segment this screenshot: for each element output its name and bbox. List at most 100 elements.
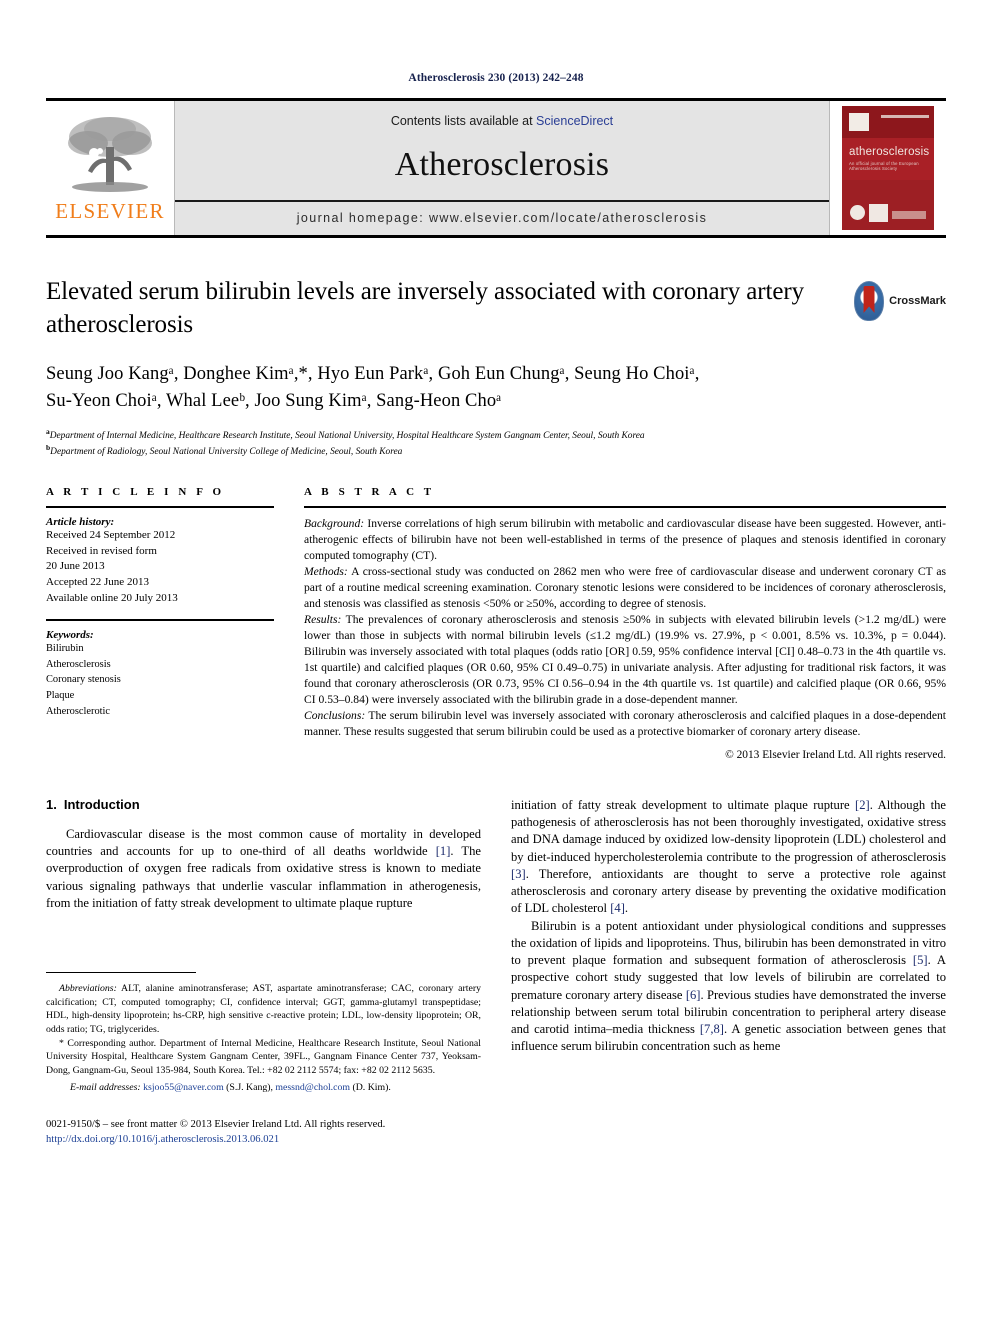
affiliation-b: bDepartment of Radiology, Seoul National… [46,443,946,460]
body-right-column: initiation of fatty streak development t… [511,797,946,1147]
intro-p1-tail: initiation of fatty streak development t… [511,797,856,812]
keyword-item: Atherosclerotic [46,705,111,717]
history-item: Accepted 22 June 2013 [46,575,149,588]
cover-subtitle: An official journal of the European Athe… [849,161,919,171]
citation-7-8[interactable]: [7,8] [700,1022,724,1036]
cover-footer-text-block [892,211,926,219]
masthead-divider [175,200,829,202]
email-footnote: E-mail addresses: ksjoo55@naver.com (S.J… [46,1081,481,1095]
article-history-label: Article history: [46,516,115,529]
abstract-conclusions-text: The serum bilirubin level was inversely … [304,708,946,738]
author-line-1: Seung Joo Kangᵃ, Donghee Kimᵃ,*, Hyo Eun… [46,364,700,384]
citation-1[interactable]: [1] [436,844,451,858]
journal-name: Atherosclerosis [394,146,610,183]
abstract-methods-label: Methods: [304,565,348,579]
abstract-results-text: The prevalences of coronary atherosclero… [304,613,946,706]
imprint-block: 0021-9150/$ – see front matter © 2013 El… [46,1117,481,1147]
journal-cover-thumbnail: atherosclerosis An official journal of t… [842,106,934,230]
title-block: Elevated serum bilirubin levels are inve… [46,276,946,341]
citation-3[interactable]: [3] [511,867,526,881]
abstract-heading: A B S T R A C T [304,486,435,499]
section-title: Introduction [63,796,140,812]
history-item: Available online 20 July 2013 [46,591,178,604]
crossmark-badge[interactable]: CrossMark [854,278,946,324]
keyword-item: Bilirubin [46,643,84,655]
abstract-methods-text: A cross-sectional study was conducted on… [304,565,946,611]
affiliation-a: aDepartment of Internal Medicine, Health… [46,427,946,444]
cover-mid-band [842,138,934,180]
email-owner-2: (D. Kim). [350,1082,391,1094]
intro-p1-a: Cardiovascular disease is the most commo… [46,826,481,859]
history-item: Received in revised form [46,544,157,557]
section-heading-introduction: 1. Introduction [46,797,481,812]
journal-masthead: ELSEVIER Contents lists available at Sci… [46,98,946,238]
abstract-rule [304,506,946,509]
email-label: E-mail addresses: [70,1082,141,1094]
history-item: 20 June 2013 [46,560,105,573]
crossmark-label: CrossMark [889,295,946,307]
introduction-paragraph-2: Bilirubin is a potent antioxidant under … [511,918,946,1056]
citation-6[interactable]: [6] [686,988,701,1002]
article-info-column: A R T I C L E I N F O Article history: R… [46,486,274,761]
contents-available-line: Contents lists available at ScienceDirec… [391,114,613,128]
footnote-divider [46,972,196,974]
running-head: Atherosclerosis 230 (2013) 242–248 [408,72,584,84]
affiliation-a-text: Department of Internal Medicine, Healthc… [49,430,645,441]
journal-cover-cell: atherosclerosis An official journal of t… [830,101,946,235]
email-owner-1: (S.J. Kang), [223,1082,276,1094]
abstract-background-text: Inverse correlations of high serum bilir… [304,517,946,563]
abstract-results: Results: The prevalences of coronary ath… [304,612,946,708]
affiliations: aDepartment of Internal Medicine, Health… [46,427,946,461]
intro-p2-a: Bilirubin is a potent antioxidant under … [511,918,946,968]
doi-link[interactable]: http://dx.doi.org/10.1016/j.atherosclero… [46,1132,481,1147]
citation-2[interactable]: [2] [855,798,870,812]
abstract-conclusions: Conclusions: The serum bilirubin level w… [304,708,946,740]
abstract-conclusions-label: Conclusions: [304,708,366,722]
history-item: Received 24 September 2012 [46,529,176,542]
elsevier-tree-icon [62,113,158,199]
abstract-body: Background: Inverse correlations of high… [304,516,946,740]
corresponding-author-footnote: * Corresponding author. Department of In… [46,1037,481,1076]
footnote-block: Abbreviations: ALT, alanine aminotransfe… [46,982,481,1095]
elsevier-logo: ELSEVIER [46,101,174,235]
cover-publisher-mark [849,113,869,131]
sciencedirect-link[interactable]: ScienceDirect [536,114,613,128]
citation-4[interactable]: [4] [610,901,625,915]
keywords-rule [46,619,274,622]
intro-p1-d: . Therefore, antioxidants are thought to… [511,866,946,916]
intro-p1-e: . [624,901,629,916]
keyword-item: Atherosclerosis [46,658,111,670]
cover-title: atherosclerosis [849,146,930,158]
email-link-2[interactable]: messnd@chol.com [275,1082,350,1093]
keywords-label: Keywords: [46,629,94,642]
journal-homepage-link[interactable]: journal homepage: www.elsevier.com/locat… [297,211,708,225]
abstract-results-label: Results: [304,613,342,627]
keyword-item: Plaque [46,690,75,701]
info-abstract-region: A R T I C L E I N F O Article history: R… [46,486,946,761]
abstract-copyright: © 2013 Elsevier Ireland Ltd. All rights … [725,748,946,761]
body-region: 1. Introduction Cardiovascular disease is… [46,797,946,1147]
introduction-paragraph-1-continued: initiation of fatty streak development t… [511,797,946,918]
abstract-background-label: Background: [304,517,365,531]
introduction-paragraph-1: Cardiovascular disease is the most commo… [46,826,481,912]
page-title: Elevated serum bilirubin levels are inve… [46,278,804,338]
cover-secondary-badge [869,204,888,222]
citation-5[interactable]: [5] [913,953,928,967]
abbreviations-footnote: Abbreviations: ALT, alanine aminotransfe… [46,982,481,1036]
author-line-2: Su-Yeon Choiᵃ, Whal Leeᵇ, Joo Sung Kimᵃ,… [46,390,502,411]
masthead-center: Contents lists available at ScienceDirec… [174,101,830,235]
abstract-methods: Methods: A cross-sectional study was con… [304,564,946,612]
email-link-1[interactable]: ksjoo55@naver.com [143,1082,224,1093]
contents-prefix: Contents lists available at [390,114,537,128]
cover-society-badge [850,205,865,220]
article-page: Atherosclerosis 230 (2013) 242–248 ELSEV… [0,0,992,1323]
article-info-rule [46,506,274,509]
affiliation-b-text: Department of Radiology, Seoul National … [50,447,403,458]
crossmark-icon [854,281,885,321]
body-left-column: 1. Introduction Cardiovascular disease is… [46,797,481,1147]
article-info-heading: A R T I C L E I N F O [46,486,225,499]
abbreviations-label: Abbreviations: [59,983,117,995]
abstract-column: A B S T R A C T Background: Inverse corr… [304,486,946,761]
elsevier-wordmark: ELSEVIER [55,198,165,223]
cover-header-rule [881,115,929,118]
